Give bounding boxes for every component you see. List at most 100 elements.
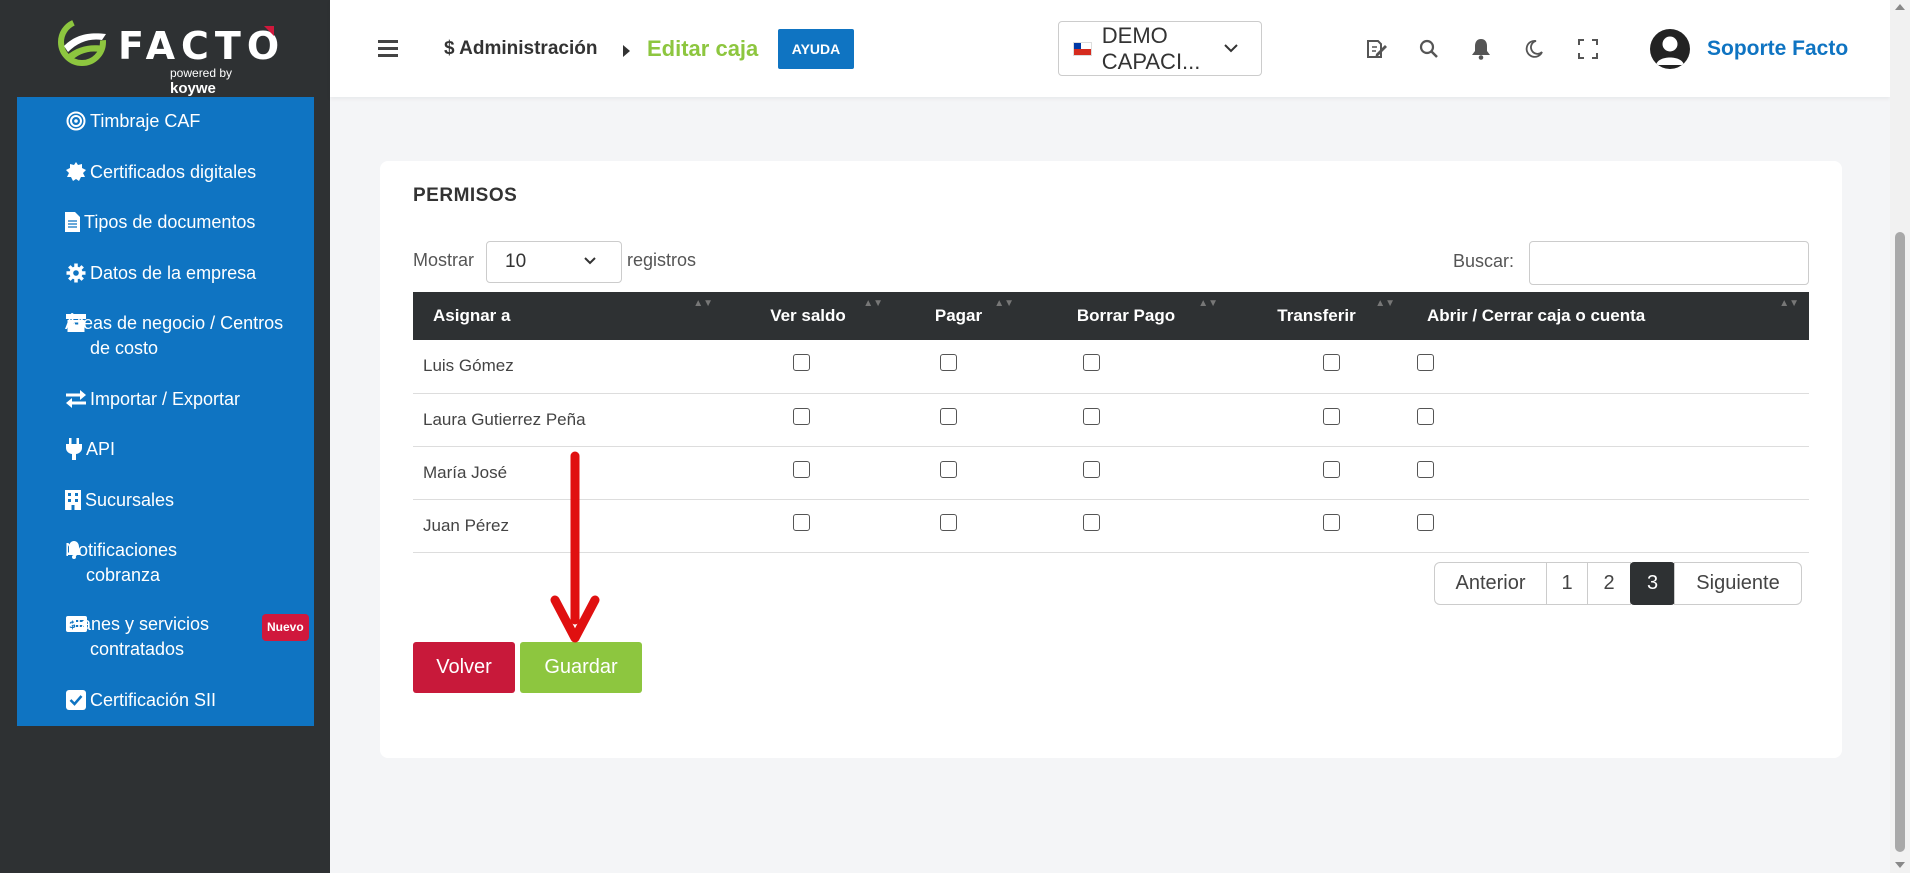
search-icon[interactable] (1416, 36, 1442, 62)
pagination-page-3[interactable]: 3 (1630, 562, 1675, 605)
sort-icon: ▲▼ (693, 298, 713, 309)
row-name: Laura Gutierrez Peña (413, 393, 723, 447)
sidebar-item-sucursales[interactable]: Sucursales (64, 488, 174, 513)
section-title: PERMISOS (413, 185, 518, 206)
company-select[interactable]: DEMO CAPACI... (1058, 21, 1262, 76)
pagination-page-1[interactable]: 1 (1546, 562, 1588, 605)
pagination-next[interactable]: Siguiente (1674, 562, 1802, 605)
logo-powered-by: powered by koywe (170, 66, 276, 97)
edit-icon[interactable] (1364, 36, 1390, 62)
scroll-thumb[interactable] (1895, 232, 1905, 852)
search-input[interactable] (1529, 241, 1809, 285)
breadcrumb-administracion[interactable]: $ Administración (444, 38, 597, 60)
page-size-value: 10 (505, 251, 527, 272)
permission-checkbox[interactable] (940, 407, 957, 425)
pagination-page-2[interactable]: 2 (1587, 562, 1631, 605)
check-square-icon (65, 689, 87, 711)
sidebar-item-label: API (86, 439, 116, 459)
pagination-previous[interactable]: Anterior (1434, 562, 1547, 605)
sidebar-item-certificados[interactable]: Certificados digitales (65, 160, 256, 185)
exchange-icon (65, 388, 87, 410)
chevron-down-icon (584, 257, 596, 265)
sidebar-item-timbraje-caf[interactable]: Timbraje CAF (65, 109, 200, 134)
column-header-label: Abrir / Cerrar caja o cuenta (1427, 306, 1646, 325)
sidebar-item-label: Importar / Exportar (90, 389, 241, 409)
page-scrollbar[interactable] (1890, 0, 1910, 873)
annotation-arrow-icon (550, 451, 600, 643)
page-size-select[interactable]: 10 (486, 241, 622, 283)
chile-flag-icon (1073, 41, 1092, 56)
permission-checkbox[interactable] (1417, 354, 1434, 372)
sort-icon: ▲▼ (1198, 298, 1218, 309)
sidebar-item-label: Tipos de documentos (84, 212, 256, 232)
permission-checkbox[interactable] (940, 513, 957, 531)
column-header-borrar-pago[interactable]: Borrar Pago ▲▼ (1024, 292, 1228, 340)
avatar[interactable] (1650, 29, 1690, 69)
column-header-pagar[interactable]: Pagar ▲▼ (893, 292, 1024, 340)
permission-checkbox[interactable] (1082, 354, 1100, 372)
plug-icon (65, 438, 83, 460)
permission-checkbox[interactable] (1417, 460, 1434, 478)
permission-checkbox[interactable] (1323, 460, 1340, 478)
hamburger-menu-icon[interactable] (378, 40, 398, 57)
sidebar-item-certificacion-sii[interactable]: Certificación SII (65, 688, 216, 713)
column-header-abrir-cerrar[interactable]: Abrir / Cerrar caja o cuenta ▲▼ (1405, 292, 1809, 340)
moon-icon[interactable] (1521, 36, 1547, 62)
permission-checkbox[interactable] (1082, 460, 1100, 478)
sidebar-item-api[interactable]: API (65, 437, 115, 462)
fullscreen-icon[interactable] (1575, 36, 1601, 62)
sort-icon: ▲▼ (994, 298, 1014, 309)
powered-label: powered (170, 66, 217, 80)
column-header-label: Transferir (1277, 306, 1356, 325)
sidebar-item-label: Planes y servicios contratados (65, 614, 210, 659)
sidebar-item-tipos-documentos[interactable]: Tipos de documentos (64, 210, 255, 235)
new-badge: Nuevo (262, 614, 309, 641)
sidebar-item-importar-exportar[interactable]: Importar / Exportar (65, 387, 240, 412)
permission-checkbox[interactable] (792, 407, 810, 425)
permission-checkbox[interactable] (1323, 513, 1340, 531)
scroll-down-icon[interactable] (1895, 862, 1905, 868)
column-header-asignar[interactable]: Asignar a ▲▼ (413, 292, 723, 340)
permission-checkbox[interactable] (1417, 513, 1434, 531)
scroll-up-icon[interactable] (1895, 4, 1905, 10)
help-button[interactable]: AYUDA (778, 29, 854, 69)
permission-checkbox[interactable] (1323, 354, 1340, 372)
facto-logo[interactable]: FACTO powered by koywe (56, 14, 279, 97)
sort-icon: ▲▼ (863, 298, 883, 309)
sidebar-item-label: Certificados digitales (90, 162, 257, 182)
facto-logo-icon (58, 18, 106, 66)
row-name: Luis Gómez (413, 340, 723, 394)
sort-icon: ▲▼ (1779, 298, 1799, 309)
table-row: Laura Gutierrez Peña (413, 393, 1809, 447)
breadcrumb-separator-icon (623, 45, 630, 57)
permission-checkbox[interactable] (1082, 407, 1100, 425)
document-icon (64, 211, 81, 233)
user-name[interactable]: Soporte Facto (1707, 37, 1848, 61)
sidebar-item-label: Notificaciones cobranza (65, 540, 178, 585)
permission-checkbox[interactable] (1323, 407, 1340, 425)
table-row: Luis Gómez (413, 340, 1809, 394)
back-button[interactable]: Volver (413, 642, 515, 693)
permission-checkbox[interactable] (1082, 513, 1100, 531)
permission-checkbox[interactable] (792, 460, 810, 478)
sidebar-item-planes-servicios[interactable]: $ Planes y servicios contratados Nuevo (65, 612, 309, 662)
column-header-label: Borrar Pago (1076, 306, 1176, 325)
sidebar-item-areas-negocio[interactable]: Áreas de negocio / Centros de costo (65, 311, 295, 361)
sidebar-item-label: Áreas de negocio / Centros de costo (65, 313, 284, 358)
sidebar-item-datos-empresa[interactable]: Datos de la empresa (65, 261, 256, 286)
column-header-label: Ver saldo (770, 306, 846, 325)
logo-text: FACTO (118, 24, 286, 68)
permission-checkbox[interactable] (940, 460, 957, 478)
certificate-icon (65, 161, 87, 183)
sidebar-item-label: Sucursales (85, 490, 175, 510)
sidebar-item-notificaciones[interactable]: Notificaciones cobranza (65, 538, 255, 588)
column-header-transferir[interactable]: Transferir ▲▼ (1228, 292, 1405, 340)
bell-icon[interactable] (1468, 36, 1494, 62)
permission-checkbox[interactable] (792, 513, 810, 531)
permission-checkbox[interactable] (1417, 407, 1434, 425)
column-header-ver-saldo[interactable]: Ver saldo ▲▼ (723, 292, 893, 340)
gear-icon (65, 262, 87, 284)
table-header-row: Asignar a ▲▼ Ver saldo ▲▼ Pagar ▲▼ Borrar P… (413, 292, 1809, 340)
permission-checkbox[interactable] (792, 354, 810, 372)
permission-checkbox[interactable] (940, 354, 957, 372)
